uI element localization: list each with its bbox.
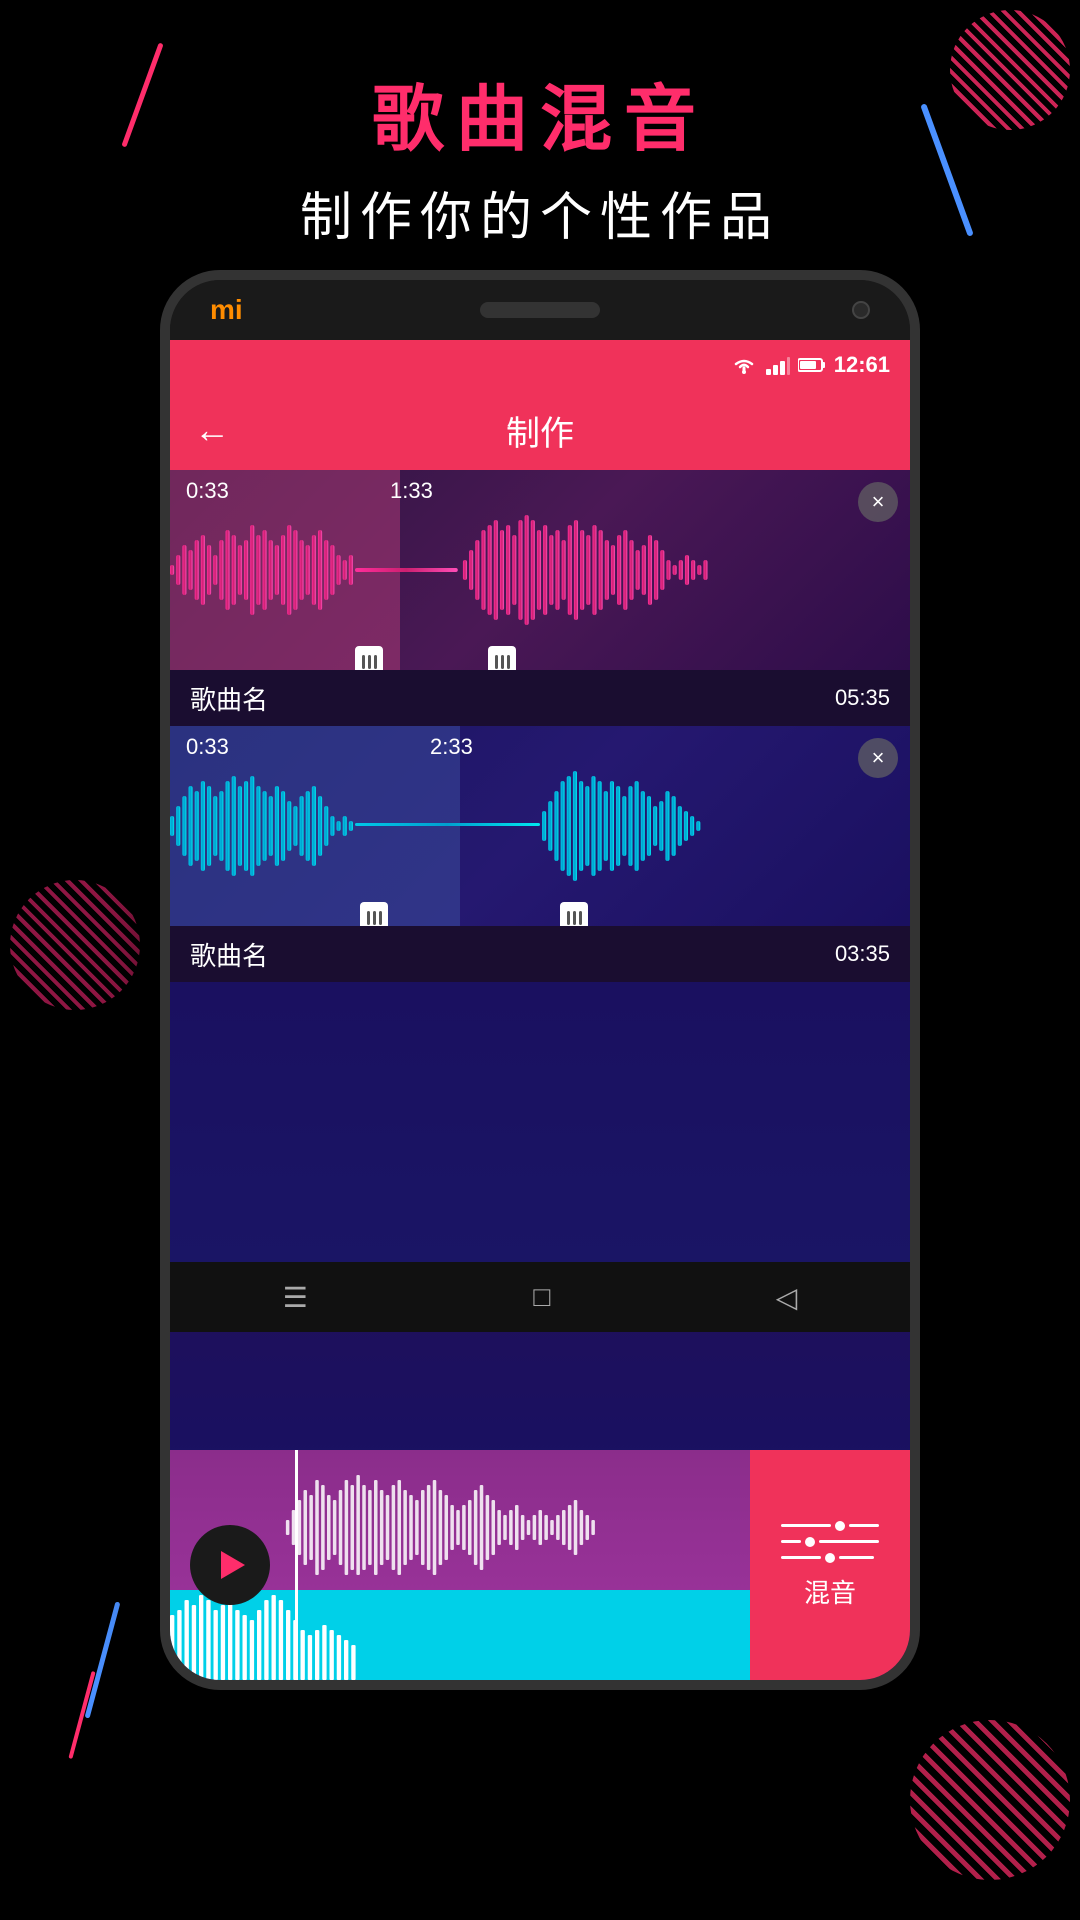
player-wave-cyan: [170, 1590, 750, 1680]
deco-circle-mid-left: [10, 880, 140, 1010]
waveform-container-2[interactable]: 0:33 2:33: [170, 726, 910, 926]
player-waveform[interactable]: 00:30: [170, 1450, 750, 1680]
mix-label: 混音: [804, 1573, 856, 1610]
deco-line-bottom-left: [85, 1601, 121, 1718]
time-start-2: 0:33: [186, 734, 229, 760]
drag-handle-left-1[interactable]: [355, 646, 383, 670]
mix-track-short2: [781, 1540, 801, 1543]
middle-spacer: [170, 982, 910, 1262]
drag-handle-right-2[interactable]: [560, 902, 588, 926]
phone-top-bar: mi: [170, 280, 910, 340]
phone-speaker: [480, 302, 600, 318]
nav-home-icon[interactable]: □: [533, 1281, 550, 1313]
wifi-icon: [730, 355, 758, 375]
track-name-1: 歌曲名: [190, 680, 268, 717]
waveform-container-1[interactable]: 0:33 1:33: [170, 470, 910, 670]
track-info-2: 歌曲名 03:35: [170, 926, 910, 982]
mix-icon: [781, 1521, 879, 1563]
waveform-svg-1: [170, 510, 910, 630]
time-start-1: 0:33: [186, 478, 229, 504]
track-info-1: 歌曲名 05:35: [170, 670, 910, 726]
app-title-area: 歌曲混音 制作你的个性作品: [0, 60, 1080, 250]
phone-camera: [852, 301, 870, 319]
track-name-2: 歌曲名: [190, 936, 268, 973]
track-section-2: 0:33 2:33: [170, 726, 910, 982]
deco-circle-bottom-right: [910, 1720, 1070, 1880]
status-icons: 12:61: [730, 352, 890, 378]
track-duration-2: 03:35: [835, 941, 890, 967]
back-button[interactable]: ←: [194, 409, 230, 451]
track-section-1: 0:33 1:33: [170, 470, 910, 726]
mix-track-short: [781, 1524, 831, 1527]
play-button[interactable]: [190, 1525, 270, 1605]
player-wave-cyan-svg: [170, 1590, 750, 1680]
close-track-1[interactable]: ×: [858, 482, 898, 522]
time-end-1: 1:33: [390, 478, 433, 504]
nav-back-icon[interactable]: ◁: [776, 1281, 798, 1314]
time-end-2: 2:33: [430, 734, 473, 760]
mix-dot-2: [805, 1537, 815, 1547]
app-header: ← 制作: [170, 390, 910, 470]
deco-line-bottom-left2: [68, 1671, 95, 1759]
main-content: 0:33 1:33: [170, 470, 910, 1680]
mix-track-long: [849, 1524, 879, 1527]
header-title: 制作: [506, 406, 574, 455]
signal-icon: [766, 355, 790, 375]
mix-dot-1: [835, 1521, 845, 1531]
drag-handle-right-1[interactable]: [488, 646, 516, 670]
app-title-sub: 制作你的个性作品: [0, 175, 1080, 250]
mix-track-long3: [839, 1556, 874, 1559]
time-line: [295, 1450, 298, 1680]
bottom-player: 00:30: [170, 1450, 910, 1680]
track-duration-1: 05:35: [835, 685, 890, 711]
mix-line-1: [781, 1521, 879, 1531]
mix-track-short3: [781, 1556, 821, 1559]
player-waveform-top: [280, 1460, 750, 1575]
mix-dot-3: [825, 1553, 835, 1563]
mix-button[interactable]: 混音: [750, 1450, 910, 1680]
waveform-svg-2: [170, 766, 910, 886]
app-title-main: 歌曲混音: [0, 60, 1080, 165]
close-track-2[interactable]: ×: [858, 738, 898, 778]
nav-menu-icon[interactable]: ☰: [283, 1281, 308, 1314]
drag-handle-left-2[interactable]: [360, 902, 388, 926]
mix-track-long2: [819, 1540, 879, 1543]
status-time: 12:61: [834, 352, 890, 378]
mi-logo: mi: [210, 294, 243, 326]
phone-nav: ☰ □ ◁: [170, 1262, 910, 1332]
time-labels-1: 0:33 1:33: [170, 478, 910, 504]
mix-line-3: [781, 1553, 879, 1563]
phone-screen: 12:61 ← 制作 0:33 1:33: [170, 340, 910, 1680]
mix-line-2: [781, 1537, 879, 1547]
time-labels-2: 0:33 2:33: [170, 734, 910, 760]
play-icon: [221, 1551, 245, 1579]
phone-frame: mi: [160, 270, 920, 1690]
status-bar: 12:61: [170, 340, 910, 390]
battery-icon: [798, 357, 826, 373]
